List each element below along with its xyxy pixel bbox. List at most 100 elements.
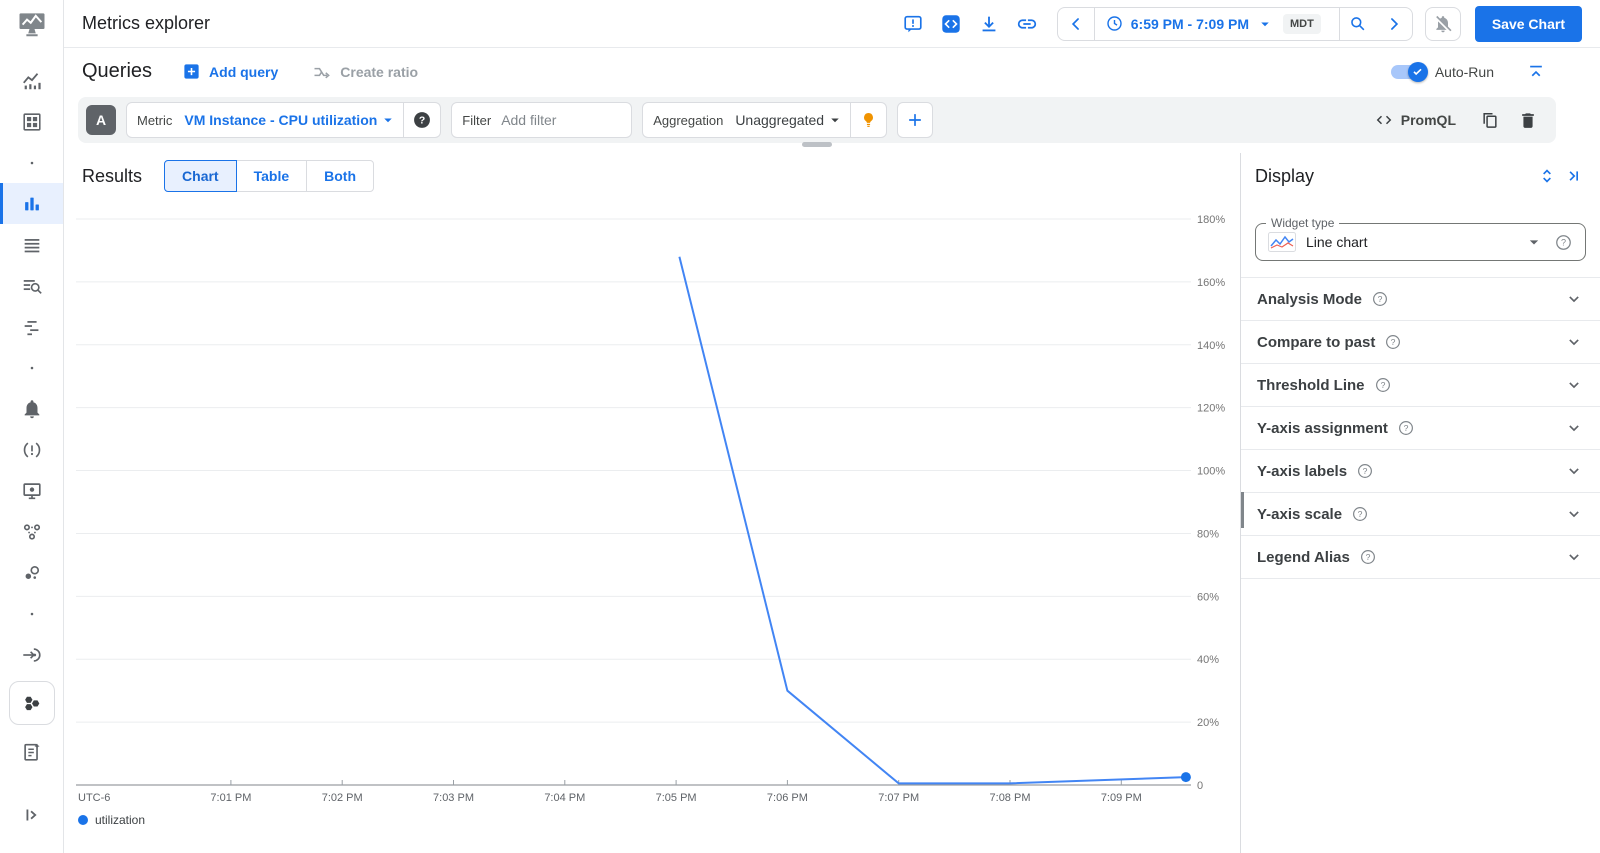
dot-separator-icon bbox=[21, 357, 43, 379]
sidebar-item-release-notes[interactable] bbox=[0, 731, 63, 772]
display-section-y-axis-assignment[interactable]: Y-axis assignment? bbox=[1241, 407, 1600, 450]
results-title: Results bbox=[82, 165, 143, 186]
sidebar-item-uptime-checks[interactable] bbox=[0, 470, 63, 511]
collapse-nav-icon bbox=[21, 804, 43, 826]
sidebar-item-data-ingestion[interactable] bbox=[0, 634, 63, 675]
chart-area[interactable]: 180% 160% 140% 120% 100% 80% 60% 40% 20% 0 7:01 PM… bbox=[64, 199, 1240, 853]
collapse-queries-button[interactable] bbox=[1520, 56, 1552, 88]
lightbulb-icon bbox=[859, 111, 878, 130]
sidebar-item-collapse-nav[interactable] bbox=[0, 794, 63, 835]
svg-text:?: ? bbox=[1363, 466, 1368, 476]
display-section-threshold-line[interactable]: Threshold Line? bbox=[1241, 364, 1600, 407]
display-section-analysis-mode[interactable]: Analysis Mode? bbox=[1241, 278, 1600, 321]
save-chart-button[interactable]: Save Chart bbox=[1474, 5, 1582, 42]
code-button[interactable] bbox=[935, 8, 967, 40]
results-tabs: Chart Table Both bbox=[164, 160, 375, 192]
resize-handle[interactable] bbox=[802, 142, 832, 147]
sidebar-item-metrics-explorer[interactable] bbox=[0, 183, 63, 224]
metric-select[interactable]: VM Instance - CPU utilization bbox=[182, 111, 403, 129]
collapse-panel-button[interactable] bbox=[1560, 160, 1586, 192]
aggregation-select[interactable]: Unaggregated bbox=[733, 111, 850, 129]
add-query-button[interactable]: Add query bbox=[182, 62, 278, 81]
chevron-down-icon bbox=[1564, 547, 1584, 567]
help-outline-icon[interactable]: ? bbox=[1356, 462, 1374, 480]
chevron-down-icon bbox=[1564, 332, 1584, 352]
sidebar-item-integrations[interactable] bbox=[0, 552, 63, 593]
alerting-disabled-button[interactable] bbox=[1424, 6, 1461, 41]
check-icon bbox=[1411, 65, 1424, 78]
duplicate-query-button[interactable] bbox=[1476, 104, 1504, 136]
display-panel: Display Widget type Line chart ? Analysi… bbox=[1240, 153, 1600, 853]
download-button[interactable] bbox=[973, 8, 1005, 40]
uptime-checks-icon bbox=[21, 480, 43, 502]
monitoring-overview-icon bbox=[21, 70, 43, 92]
display-section-compare-to-past[interactable]: Compare to past? bbox=[1241, 321, 1600, 364]
cloud-monitoring-logo[interactable] bbox=[0, 0, 63, 48]
time-forward-button[interactable] bbox=[1376, 8, 1412, 40]
top-bar: Metrics explorer 6:59 PM - 7:09 PM MDT S… bbox=[64, 0, 1600, 48]
sidebar-item-alerting[interactable] bbox=[0, 388, 63, 429]
suggestion-button[interactable] bbox=[851, 111, 886, 130]
sidebar-item-dashboards[interactable] bbox=[0, 101, 63, 142]
help-outline-icon[interactable]: ? bbox=[1397, 419, 1415, 437]
chevron-left-icon bbox=[1066, 14, 1086, 34]
services-icon bbox=[21, 521, 43, 543]
query-letter-badge: A bbox=[86, 105, 116, 135]
caret-down-icon bbox=[1524, 232, 1544, 252]
metrics-explorer-icon bbox=[21, 193, 43, 215]
sidebar-item-services[interactable] bbox=[0, 511, 63, 552]
tab-chart[interactable]: Chart bbox=[164, 160, 237, 192]
search-icon bbox=[1348, 14, 1367, 33]
tab-both[interactable]: Both bbox=[306, 160, 375, 192]
line-chart[interactable]: 180% 160% 140% 120% 100% 80% 60% 40% 20% 0 7:01 PM… bbox=[64, 199, 1240, 811]
sidebar-item-trace[interactable] bbox=[0, 306, 63, 347]
svg-text:?: ? bbox=[1391, 337, 1396, 347]
timezone-badge: MDT bbox=[1283, 13, 1321, 34]
help-outline-icon[interactable]: ? bbox=[1371, 290, 1389, 308]
code-brackets-icon bbox=[1374, 110, 1394, 130]
time-range-dropdown[interactable]: 6:59 PM - 7:09 PM MDT bbox=[1095, 8, 1339, 40]
svg-text:7:05 PM: 7:05 PM bbox=[656, 792, 697, 804]
time-zoom-button[interactable] bbox=[1340, 8, 1376, 40]
svg-text:60%: 60% bbox=[1197, 591, 1219, 603]
metric-label: Metric bbox=[137, 112, 173, 128]
metric-help-button[interactable]: ? bbox=[404, 110, 440, 130]
sidebar-item-kubernetes-promo[interactable] bbox=[0, 675, 63, 731]
expand-all-button[interactable] bbox=[1534, 160, 1560, 192]
share-link-button[interactable] bbox=[1011, 8, 1043, 40]
legend-series-label[interactable]: utilization bbox=[95, 813, 145, 827]
display-section-y-axis-labels[interactable]: Y-axis labels? bbox=[1241, 450, 1600, 493]
tab-table[interactable]: Table bbox=[235, 160, 308, 192]
sidebar-item-error-reporting[interactable] bbox=[0, 429, 63, 470]
add-filter-plus-button[interactable] bbox=[897, 102, 934, 138]
promql-button[interactable]: PromQL bbox=[1374, 110, 1456, 130]
sidebar-item-dot-1 bbox=[0, 142, 63, 183]
svg-text:140%: 140% bbox=[1197, 340, 1225, 352]
time-back-button[interactable] bbox=[1058, 8, 1094, 40]
svg-text:20%: 20% bbox=[1197, 717, 1219, 729]
svg-text:UTC-6: UTC-6 bbox=[78, 792, 110, 804]
plus-box-icon bbox=[182, 62, 201, 81]
caret-down-icon bbox=[826, 111, 844, 129]
display-section-legend-alias[interactable]: Legend Alias? bbox=[1241, 536, 1600, 579]
svg-text:?: ? bbox=[419, 116, 425, 127]
sidebar-item-logs-search[interactable] bbox=[0, 265, 63, 306]
auto-run-toggle[interactable] bbox=[1390, 61, 1428, 82]
display-section-y-axis-scale[interactable]: Y-axis scale? bbox=[1241, 493, 1600, 536]
dashboards-icon bbox=[21, 111, 43, 133]
help-outline-icon[interactable]: ? bbox=[1554, 233, 1573, 252]
help-outline-icon[interactable]: ? bbox=[1374, 376, 1392, 394]
svg-text:120%: 120% bbox=[1197, 403, 1225, 415]
help-outline-icon[interactable]: ? bbox=[1359, 548, 1377, 566]
sidebar-item-list[interactable] bbox=[0, 224, 63, 265]
delete-query-button[interactable] bbox=[1514, 104, 1542, 136]
filter-input[interactable] bbox=[501, 112, 632, 128]
help-outline-icon[interactable]: ? bbox=[1351, 505, 1369, 523]
panel-scrollbar[interactable] bbox=[1241, 492, 1244, 528]
help-outline-icon[interactable]: ? bbox=[1384, 333, 1402, 351]
svg-text:160%: 160% bbox=[1197, 277, 1225, 289]
widget-type-select[interactable]: Widget type Line chart ? bbox=[1255, 216, 1586, 261]
feedback-button[interactable] bbox=[897, 8, 929, 40]
create-ratio-button[interactable]: Create ratio bbox=[312, 62, 418, 82]
sidebar-item-monitoring-overview[interactable] bbox=[0, 60, 63, 101]
